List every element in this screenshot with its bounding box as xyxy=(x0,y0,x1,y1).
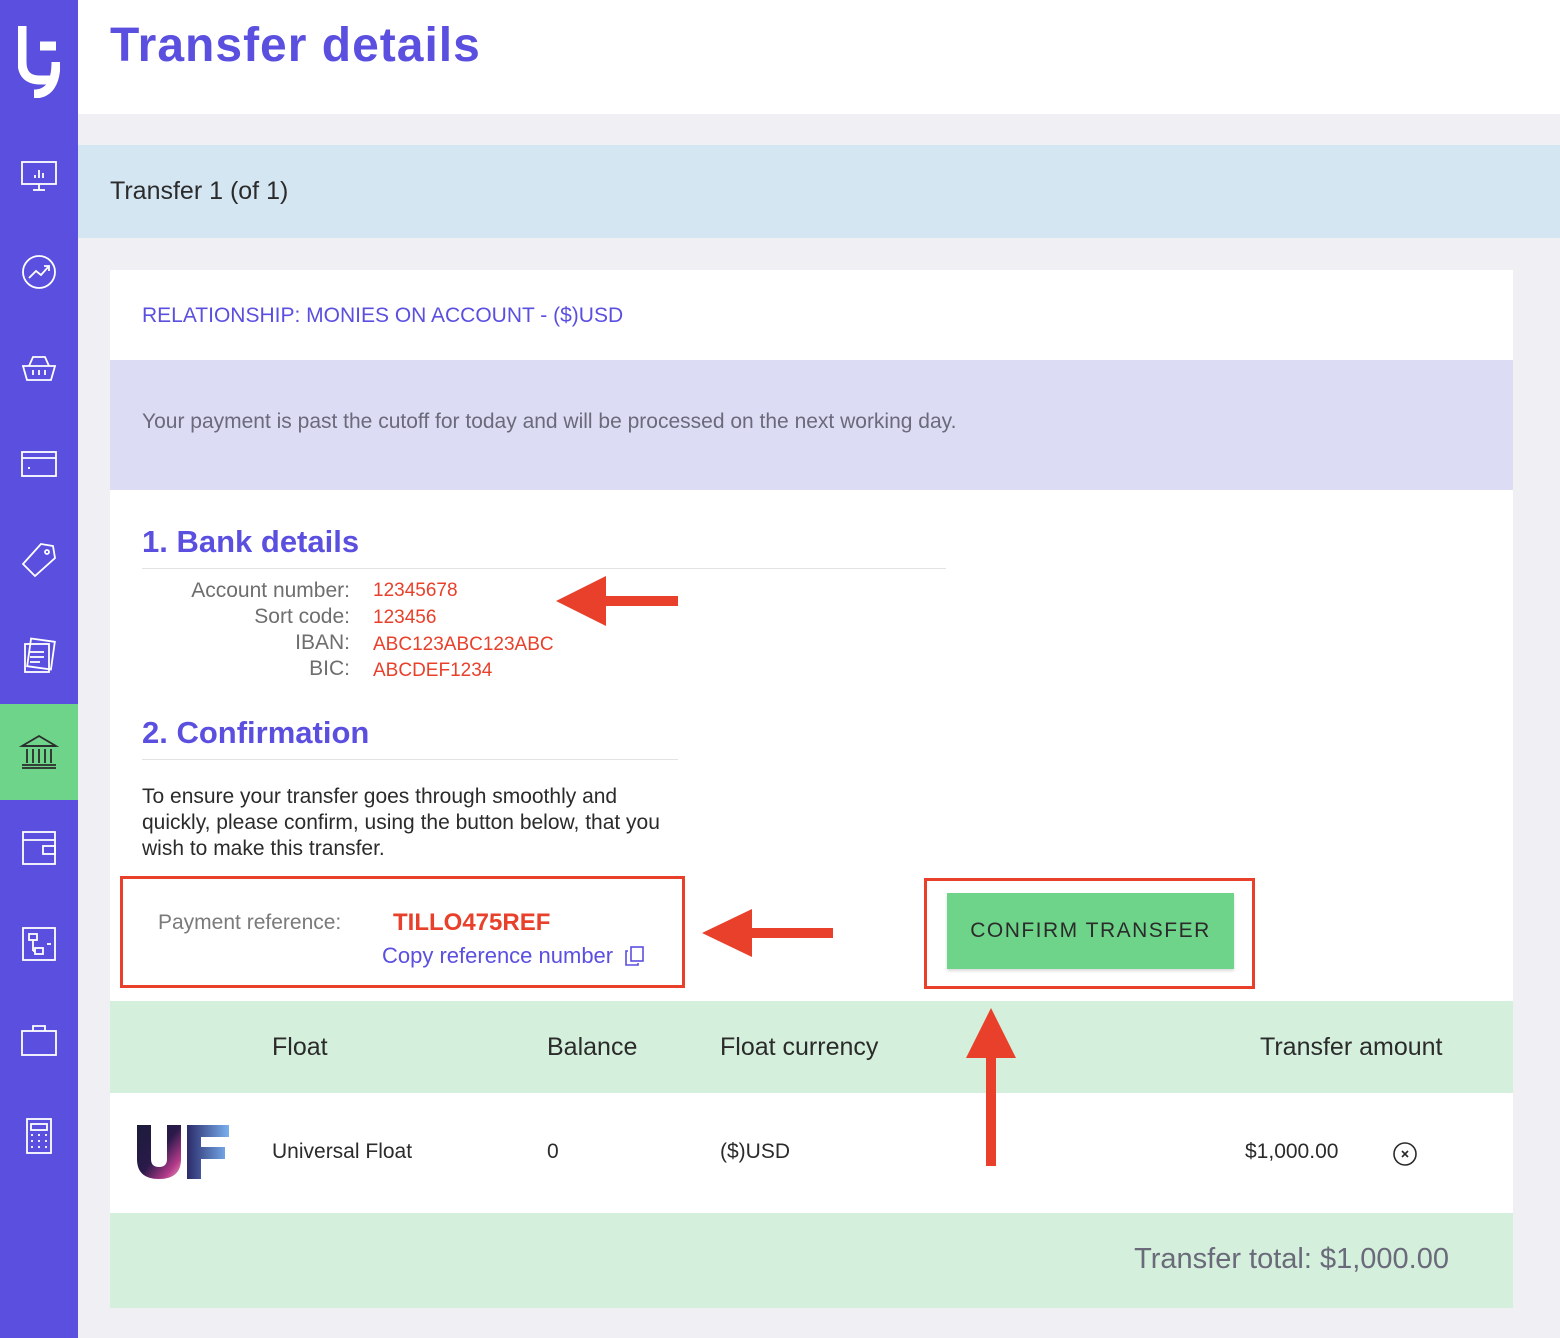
wallet-icon xyxy=(22,831,56,865)
nav-calculator[interactable] xyxy=(0,1088,78,1184)
dashboard-monitor-icon xyxy=(21,161,57,191)
account-number-value: 12345678 xyxy=(373,580,458,601)
confirmation-text: To ensure your transfer goes through smo… xyxy=(142,785,660,860)
sort-code-value: 123456 xyxy=(373,607,437,628)
bic-label: BIC: xyxy=(309,657,350,680)
nav-documents[interactable] xyxy=(0,608,78,704)
hierarchy-icon xyxy=(22,927,56,961)
nav-promotions[interactable] xyxy=(0,512,78,608)
cell-balance: 0 xyxy=(547,1140,559,1163)
payment-reference-box: Payment reference: TILLO475REF Copy refe… xyxy=(120,876,685,988)
transfer-step-bar: Transfer 1 (of 1) xyxy=(78,145,1560,238)
confirm-transfer-button[interactable]: CONFIRM TRANSFER xyxy=(947,893,1234,969)
nav-wallet[interactable] xyxy=(0,800,78,896)
nav-business[interactable] xyxy=(0,992,78,1088)
relationship-label: RELATIONSHIP: MONIES ON ACCOUNT - ($)USD xyxy=(142,304,624,327)
column-header-float: Float xyxy=(272,1033,328,1061)
bic-value: ABCDEF1234 xyxy=(373,660,493,681)
basket-icon xyxy=(21,356,57,381)
universal-float-logo xyxy=(137,1125,229,1179)
transfer-total: Transfer total: $1,000.00 xyxy=(1134,1243,1449,1275)
nav-analytics[interactable] xyxy=(0,224,78,320)
bank-details-title: 1. Bank details xyxy=(142,524,360,559)
cell-float-currency: ($)USD xyxy=(720,1140,791,1163)
column-header-transfer-amount: Transfer amount xyxy=(1260,1033,1443,1061)
calculator-icon xyxy=(26,1118,52,1154)
bank-details-divider xyxy=(142,568,946,569)
copy-reference-label: Copy reference number xyxy=(382,943,614,968)
sidebar xyxy=(0,0,78,1338)
nav-structure[interactable] xyxy=(0,896,78,992)
page-title: Transfer details xyxy=(110,19,481,72)
nav-cards[interactable] xyxy=(0,416,78,512)
page-header: Transfer details xyxy=(78,0,1560,114)
column-header-balance: Balance xyxy=(547,1033,638,1061)
table-header-row: Float Balance Float currency Transfer am… xyxy=(110,1001,1513,1093)
transfer-card: RELATIONSHIP: MONIES ON ACCOUNT - ($)USD… xyxy=(110,270,1513,1308)
copy-icon xyxy=(625,946,644,966)
transfer-step-label: Transfer 1 (of 1) xyxy=(110,177,289,205)
trend-chart-icon xyxy=(22,255,56,289)
confirm-button-highlight: CONFIRM TRANSFER xyxy=(924,878,1255,989)
confirmation-divider xyxy=(142,759,678,760)
nav-orders[interactable] xyxy=(0,320,78,416)
documents-icon xyxy=(24,637,56,673)
card-icon xyxy=(21,451,57,477)
tag-icon xyxy=(21,543,56,578)
iban-label: IBAN: xyxy=(295,631,350,654)
column-header-float-currency: Float currency xyxy=(720,1033,879,1061)
confirmation-title: 2. Confirmation xyxy=(142,715,370,750)
table-row: Universal Float 0 ($)USD $1,000.00 xyxy=(110,1093,1513,1213)
cell-float-name: Universal Float xyxy=(272,1140,413,1163)
cutoff-notice-text: Your payment is past the cutoff for toda… xyxy=(142,410,957,433)
sort-code-label: Sort code: xyxy=(254,605,350,628)
account-number-label: Account number: xyxy=(191,579,350,602)
table-footer-row: Transfer total: $1,000.00 xyxy=(110,1213,1513,1308)
copy-reference-link[interactable]: Copy reference number xyxy=(382,943,645,969)
payment-reference-label: Payment reference: xyxy=(158,911,342,934)
bank-icon xyxy=(19,734,59,769)
payment-reference-value: TILLO475REF xyxy=(393,909,551,936)
nav-dashboard[interactable] xyxy=(0,128,78,224)
cell-transfer-amount: $1,000.00 xyxy=(1245,1140,1339,1163)
briefcase-icon xyxy=(21,1025,57,1056)
remove-row-icon[interactable] xyxy=(1392,1141,1418,1167)
nav-bank[interactable] xyxy=(0,704,78,800)
brand-logo-icon[interactable] xyxy=(18,22,60,98)
iban-value: ABC123ABC123ABC xyxy=(373,634,554,655)
cutoff-notice: Your payment is past the cutoff for toda… xyxy=(110,360,1513,490)
